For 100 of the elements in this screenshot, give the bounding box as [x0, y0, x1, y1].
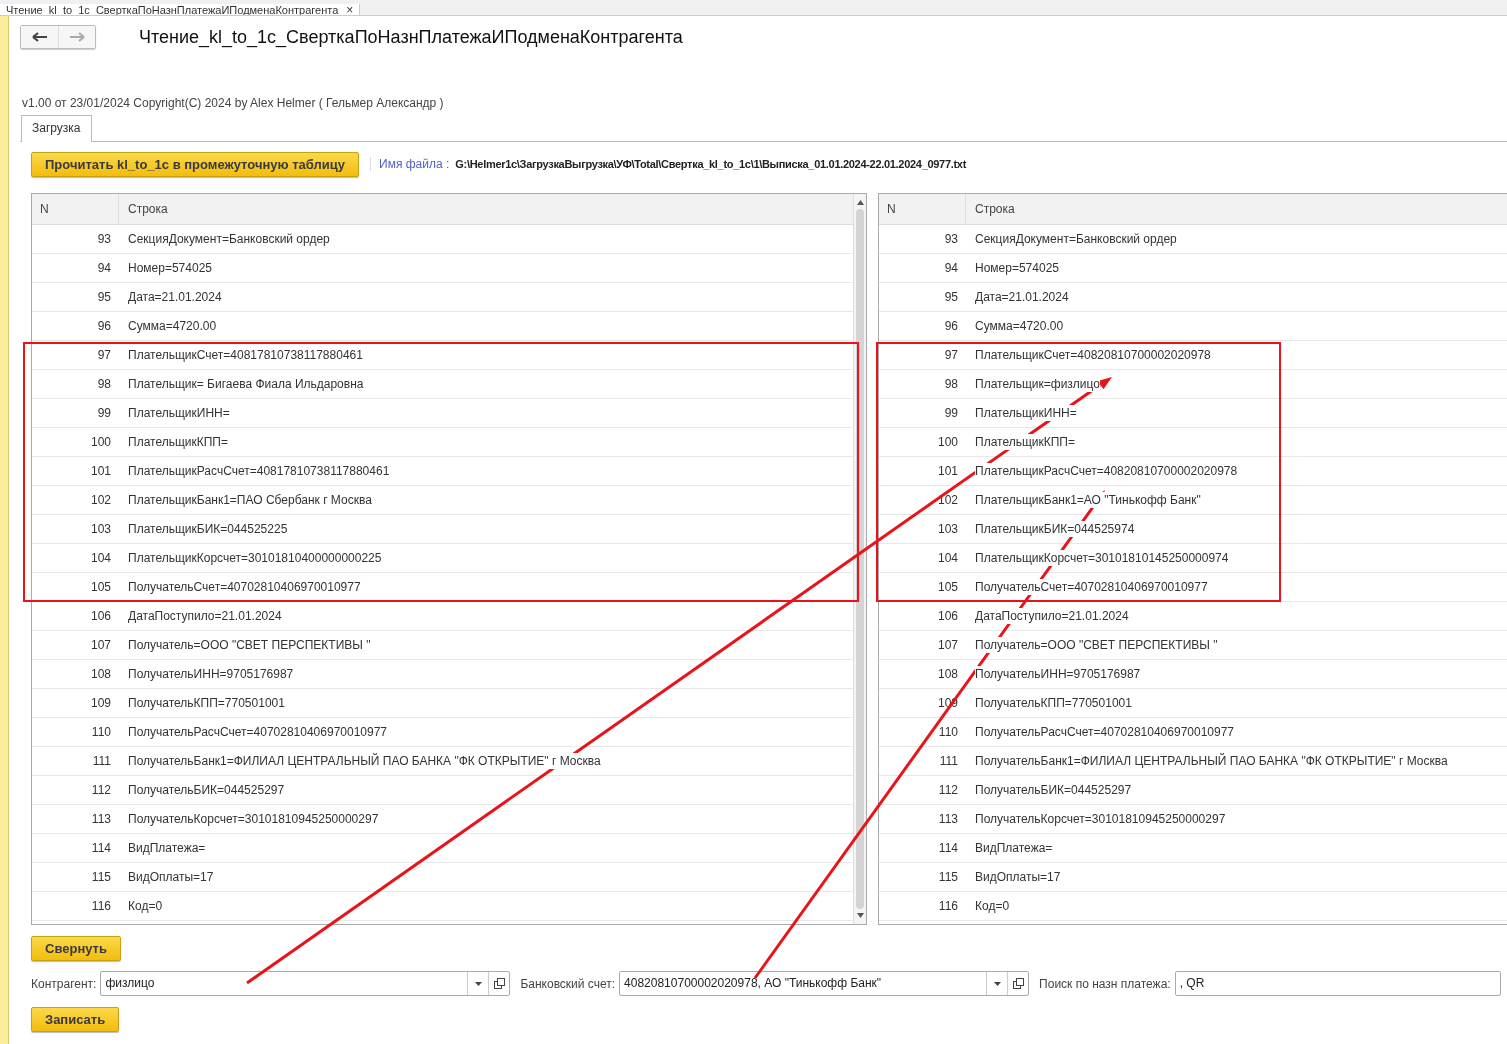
row-number: 106 [936, 608, 959, 624]
row-number: 115 [90, 869, 112, 885]
table-cell: ПлательщикСчет=40817810738117880461 [128, 347, 363, 363]
row-number: 98 [96, 376, 112, 392]
table-cell: ВидОплаты=17 [975, 869, 1061, 885]
select-field[interactable]: физлицо [100, 971, 511, 996]
field-label: Банковский счет: [520, 976, 616, 991]
read-button[interactable]: Прочитать kl_to_1c в промежуточную таблицу [31, 151, 360, 177]
column-header[interactable]: N [32, 194, 119, 224]
row-number: 108 [89, 666, 112, 682]
form-tab[interactable]: Загрузка [21, 115, 92, 142]
table-cell: Плательщик= Бигаева Фиала Ильдаровна [128, 376, 364, 392]
table-cell: ВидПлатежа= [128, 840, 206, 856]
close-icon[interactable]: × [346, 4, 354, 15]
table-cell: ПлательщикБИК=044525974 [975, 521, 1135, 537]
table-cell: ПлательщикИНН= [975, 405, 1077, 421]
row-number: 100 [936, 434, 959, 450]
table-cell: ПлательщикКПП= [128, 434, 228, 450]
table-cell: Номер=574025 [128, 260, 212, 276]
row-number: 116 [90, 898, 112, 914]
table-cell: ПолучательКорсчет=30101810945250000297 [128, 811, 379, 827]
row-number: 114 [937, 840, 959, 856]
table-cell: ПлательщикБанк1=АО "Тинькофф Банк" [975, 492, 1201, 508]
table-cell: СекцияДокумент=Банковский ордер [128, 231, 330, 247]
back-button[interactable] [21, 26, 58, 48]
row-number: 95 [943, 289, 959, 305]
table-cell: Код=0 [128, 898, 163, 914]
table-cell: СекцияДокумент=Банковский ордер [975, 231, 1177, 247]
row-number: 107 [89, 637, 112, 653]
row-number: 110 [90, 724, 112, 740]
table-cell: ПолучательКорсчет=30101810945250000297 [975, 811, 1226, 827]
row-number: 110 [937, 724, 959, 740]
version-text: v1.00 от 23/01/2024 Copyright(C) 2024 by Alex Helmer ( Гельмер Александр ) [22, 96, 445, 112]
table-cell: Код=0 [975, 898, 1010, 914]
right-arrow-icon [69, 32, 85, 42]
row-number: 99 [96, 405, 112, 421]
row-number: 108 [936, 666, 959, 682]
column-header[interactable]: Строка [975, 194, 1015, 224]
scrollbar[interactable] [853, 194, 866, 924]
row-number: 112 [90, 782, 112, 798]
row-number: 102 [89, 492, 112, 508]
table-cell: ПолучательБИК=044525297 [128, 782, 285, 798]
scroll-down-icon[interactable] [856, 913, 864, 918]
save-button[interactable]: Записать [31, 1007, 120, 1032]
collapse-button[interactable]: Свернуть [31, 936, 121, 961]
left-arrow-icon [31, 32, 48, 42]
row-number: 116 [937, 898, 959, 914]
field-label: Поиск по назн платежа: [1039, 976, 1171, 991]
table-cell: Номер=574025 [975, 260, 1059, 276]
table-cell: ПлательщикРасчСчет=40817810738117880461 [128, 463, 390, 479]
table-cell: ПолучательБанк1=ФИЛИАЛ ЦЕНТРАЛЬНЫЙ ПАО БАНКА "ФК ОТКРЫТИЕ" г Москва [975, 753, 1448, 769]
row-number: 113 [90, 811, 112, 827]
caret-icon [993, 981, 1001, 986]
row-number: 99 [943, 405, 959, 421]
row-number: 97 [96, 347, 112, 363]
table-cell: Сумма=4720.00 [128, 318, 217, 334]
row-number: 113 [937, 811, 959, 827]
scroll-up-icon[interactable] [856, 200, 864, 205]
row-number: 112 [937, 782, 959, 798]
table-cell: ПолучательРасчСчет=40702810406970010977 [128, 724, 388, 740]
copy-icon [493, 978, 505, 989]
table-cell: ПолучательКПП=770501001 [975, 695, 1132, 711]
column-header[interactable]: N [879, 194, 966, 224]
table-cell: Плательщик=физлицо [975, 376, 1100, 392]
row-number: 104 [89, 550, 112, 566]
table-cell: ПлательщикСчет=40820810700002020978 [975, 347, 1211, 363]
table-cell: Дата=21.01.2024 [128, 289, 222, 305]
row-number: 95 [96, 289, 112, 305]
row-number: 96 [96, 318, 112, 334]
row-number: 103 [936, 521, 959, 537]
row-number: 107 [936, 637, 959, 653]
row-number: 101 [89, 463, 112, 479]
table-cell: ПолучательБИК=044525297 [975, 782, 1132, 798]
table-cell: ДатаПоступило=21.01.2024 [128, 608, 282, 624]
row-number: 105 [89, 579, 112, 595]
table-cell: Получатель=ООО "СВЕТ ПЕРСПЕКТИВЫ " [128, 637, 371, 653]
table-cell: ПлательщикИНН= [128, 405, 230, 421]
table-cell: ПолучательКПП=770501001 [128, 695, 285, 711]
row-number: 101 [936, 463, 959, 479]
table-cell: Дата=21.01.2024 [975, 289, 1069, 305]
table-cell: ПолучательРасчСчет=40702810406970010977 [975, 724, 1235, 740]
row-number: 100 [89, 434, 112, 450]
file-path: G:\Helmer1c\ЗагрузкаВыгрузка\УФ\Total\Свертка_kl_to_1c\1\Выписка_01.01.2024-22.01.2024_0977.txt [455, 158, 967, 170]
table-cell: ДатаПоступило=21.01.2024 [975, 608, 1129, 624]
caret-icon [474, 981, 482, 986]
table-cell: Получатель=ООО "СВЕТ ПЕРСПЕКТИВЫ " [975, 637, 1218, 653]
copy-icon [1012, 978, 1024, 989]
table-cell: ПлательщикБанк1=ПАО Сбербанк г Москва [128, 492, 372, 508]
table-cell: ВидПлатежа= [975, 840, 1053, 856]
search-field[interactable]: , QR [1174, 971, 1501, 996]
row-number: 96 [943, 318, 959, 334]
row-number: 104 [936, 550, 959, 566]
select-field[interactable]: 40820810700002020978, АО "Тинькофф Банк" [619, 971, 1030, 996]
table-cell: ПолучательСчет=40702810406970010977 [975, 579, 1208, 595]
column-header[interactable]: Строка [128, 194, 168, 224]
row-number: 111 [91, 753, 112, 769]
row-number: 105 [936, 579, 959, 595]
row-number: 97 [943, 347, 959, 363]
table-cell: ПолучательИНН=9705176987 [128, 666, 294, 682]
form-title: Чтение_kl_to_1c_СверткаПоНазнПлатежаИПодменаКонтрагента [139, 27, 683, 48]
